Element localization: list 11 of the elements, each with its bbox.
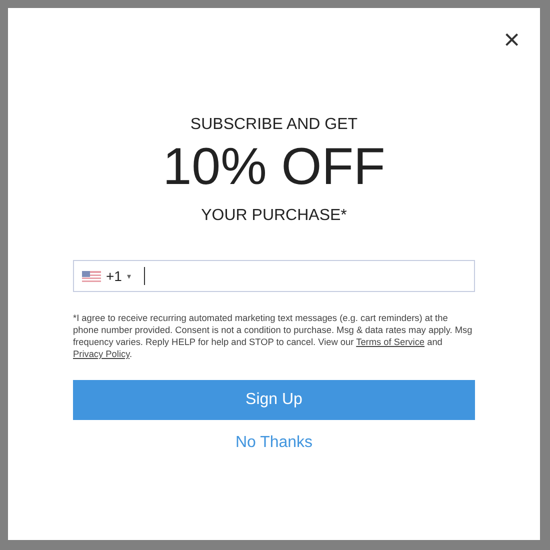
headline-text: YOUR PURCHASE*	[201, 207, 347, 225]
offer-text: 10% OFF	[162, 141, 386, 193]
phone-field[interactable]: +1 ▾	[73, 260, 475, 292]
privacy-link[interactable]: Privacy Policy	[73, 349, 130, 359]
close-button[interactable]: ×	[504, 26, 520, 54]
country-code[interactable]: +1	[106, 268, 122, 284]
flag-icon	[82, 270, 101, 282]
terms-link[interactable]: Terms of Service	[356, 337, 425, 347]
caret-icon[interactable]: ▾	[126, 272, 131, 280]
consent-text: *I agree to receive recurring automated marketing text messages (e.g. cart reminders) at the phone number provided. Consent is not a condition to purchase. Msg & data rates may apply. Msg frequency varies. Reply HELP for help and STOP to cancel. View our Terms of Service and Privacy Policy.	[73, 312, 474, 360]
headline-text: SUBSCRIBE AND GET	[190, 116, 358, 134]
